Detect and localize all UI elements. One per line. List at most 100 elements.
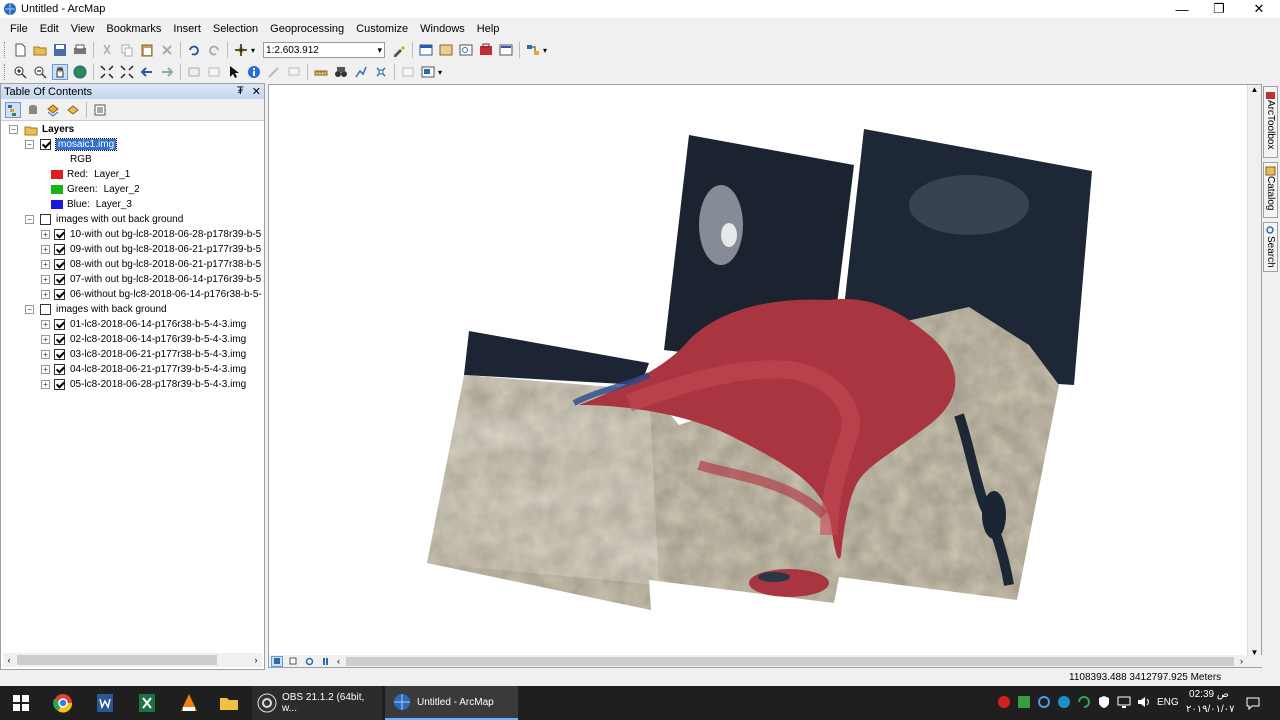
tree-node-group-without-bg[interactable]: − images with out back ground — [25, 212, 183, 227]
tree-node-mosaic[interactable]: − mosaic1.img — [25, 137, 118, 152]
sync-tray-icon[interactable] — [1037, 695, 1051, 709]
toolbar-grip[interactable] — [4, 42, 7, 58]
update-tray-icon[interactable] — [1077, 695, 1091, 709]
band-color-swatch[interactable] — [51, 200, 63, 209]
layer-list-item[interactable]: +06-without bg-lc8-2018-06-14-p176r38-b-… — [41, 287, 262, 302]
list-by-visibility-icon[interactable] — [45, 102, 61, 118]
layer-list-item[interactable]: +07-with out bg-lc8-2018-06-14-p176r39-b… — [41, 272, 261, 287]
layer-list-item[interactable]: +03-lc8-2018-06-21-p177r38-b-5-4-3.img — [41, 347, 246, 362]
find-route-icon[interactable] — [353, 64, 369, 80]
scroll-right-icon[interactable]: › — [250, 655, 262, 665]
pin-icon[interactable]: ₮ — [237, 85, 244, 98]
full-extent-globe-icon[interactable] — [72, 64, 88, 80]
expand-toggle[interactable]: + — [41, 275, 50, 284]
layer-visibility-checkbox[interactable] — [54, 379, 65, 390]
fixed-zoom-in-icon[interactable] — [99, 64, 115, 80]
pause-drawing-icon[interactable] — [319, 656, 331, 667]
taskbar-arcmap-app[interactable]: Untitled - ArcMap — [385, 686, 518, 720]
tree-node-group-with-bg[interactable]: − images with back ground — [25, 302, 167, 317]
excel-icon[interactable] — [134, 686, 160, 720]
map-horizontal-scroll-thumb[interactable] — [346, 656, 1234, 666]
windows-start-icon[interactable] — [8, 686, 34, 720]
zoom-out-icon[interactable] — [32, 64, 48, 80]
security-tray-icon[interactable] — [997, 695, 1011, 709]
file-explorer-icon[interactable] — [216, 686, 242, 720]
create-viewer-window-icon[interactable] — [420, 64, 436, 80]
undo-icon[interactable] — [186, 42, 202, 58]
layer-visibility-checkbox[interactable] — [54, 259, 65, 270]
menu-geoprocessing[interactable]: Geoprocessing — [264, 23, 350, 35]
options-icon[interactable] — [92, 102, 108, 118]
layer-visibility-checkbox[interactable] — [54, 274, 65, 285]
cut-icon[interactable] — [99, 42, 115, 58]
scroll-right-icon[interactable]: › — [1240, 656, 1243, 666]
tree-node-layers[interactable]: − Layers — [9, 122, 74, 137]
close-icon[interactable]: ✕ — [252, 85, 261, 98]
layer-visibility-checkbox[interactable] — [54, 334, 65, 345]
scroll-thumb[interactable] — [17, 655, 217, 665]
layer-list-item[interactable]: +08-with out bg-lc8-2018-06-21-p177r38-b… — [41, 257, 261, 272]
scroll-left-icon[interactable]: ‹ — [337, 656, 340, 666]
layer-visibility-checkbox[interactable] — [54, 244, 65, 255]
delete-icon[interactable] — [159, 42, 175, 58]
menu-selection[interactable]: Selection — [207, 23, 264, 35]
collapse-toggle[interactable]: − — [25, 305, 34, 314]
expand-toggle[interactable]: + — [41, 365, 50, 374]
menu-customize[interactable]: Customize — [350, 23, 414, 35]
map-canvas[interactable] — [269, 85, 1249, 657]
go-to-xy-icon[interactable] — [373, 64, 389, 80]
toolbar-overflow-arrow[interactable]: ▾ — [543, 46, 547, 55]
expand-toggle[interactable]: + — [41, 320, 50, 329]
model-builder-icon[interactable] — [525, 42, 541, 58]
layer-visibility-checkbox[interactable] — [54, 349, 65, 360]
search-tab[interactable]: Search — [1263, 222, 1278, 272]
hyperlink-icon[interactable] — [266, 64, 282, 80]
map-scale-combobox[interactable]: 1:2.603.912 ▾ — [263, 42, 386, 58]
data-view-icon[interactable] — [271, 655, 283, 667]
layer-list-item[interactable]: +05-lc8-2018-06-28-p178r39-b-5-4-3.img — [41, 377, 246, 392]
identify-icon[interactable] — [246, 64, 262, 80]
layout-view-icon[interactable] — [287, 656, 299, 667]
defender-shield-icon[interactable] — [1097, 695, 1111, 709]
menu-help[interactable]: Help — [471, 23, 506, 35]
list-by-selection-icon[interactable] — [65, 102, 81, 118]
group-visibility-checkbox[interactable] — [40, 214, 51, 225]
zoom-in-icon[interactable] — [12, 64, 28, 80]
fixed-zoom-out-icon[interactable] — [119, 64, 135, 80]
time-slider-icon[interactable] — [400, 64, 416, 80]
word-icon[interactable] — [92, 686, 118, 720]
add-data-icon[interactable] — [233, 42, 249, 58]
toc-horizontal-scrollbar[interactable]: ‹ › — [3, 653, 262, 667]
collapse-toggle[interactable]: − — [9, 125, 18, 134]
clock-time[interactable]: 02:39 ص — [1188, 689, 1230, 700]
volume-icon[interactable] — [1137, 695, 1151, 709]
layer-visibility-checkbox[interactable] — [54, 229, 65, 240]
python-window-icon[interactable] — [498, 42, 514, 58]
paste-icon[interactable] — [139, 42, 155, 58]
vlc-icon[interactable] — [176, 686, 202, 720]
arctoolbox-tab[interactable]: ArcToolbox — [1263, 86, 1278, 158]
app-tray-icon[interactable] — [1017, 695, 1031, 709]
collapse-toggle[interactable]: − — [25, 215, 34, 224]
arctoolbox-icon[interactable] — [478, 42, 494, 58]
layer-list-item[interactable]: +01-lc8-2018-06-14-p176r38-b-5-4-3.img — [41, 317, 246, 332]
expand-toggle[interactable]: + — [41, 290, 50, 299]
chevron-down-icon[interactable]: ▾ — [377, 45, 382, 56]
catalog-window-icon[interactable] — [438, 42, 454, 58]
table-of-contents-icon[interactable] — [418, 42, 434, 58]
notifications-icon[interactable] — [1246, 696, 1260, 711]
expand-toggle[interactable]: + — [41, 230, 50, 239]
satellite-mosaic-image[interactable] — [269, 85, 1249, 657]
input-language[interactable]: ENG — [1157, 697, 1179, 708]
layer-visibility-checkbox[interactable] — [40, 139, 51, 150]
group-visibility-checkbox[interactable] — [40, 304, 51, 315]
clock-date[interactable]: ٢٠١٩/٠١/٠٧ — [1186, 704, 1235, 715]
expand-toggle[interactable]: + — [41, 380, 50, 389]
toolbar-grip[interactable] — [4, 64, 7, 80]
scroll-left-icon[interactable]: ‹ — [3, 655, 15, 665]
collapse-toggle[interactable]: − — [25, 140, 34, 149]
menu-file[interactable]: File — [0, 23, 34, 35]
select-elements-icon[interactable] — [226, 64, 242, 80]
expand-toggle[interactable]: + — [41, 350, 50, 359]
layer-visibility-checkbox[interactable] — [54, 364, 65, 375]
